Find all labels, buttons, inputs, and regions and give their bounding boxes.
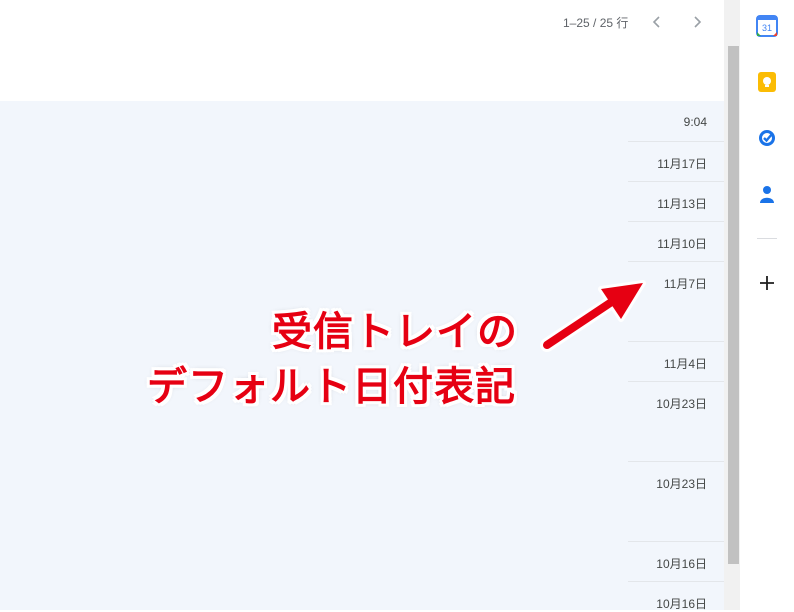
message-date: 11月13日 [657,197,707,211]
message-date: 11月10日 [657,237,707,251]
annotation-line-1: 受信トレイの [272,310,518,354]
category-tabs [0,46,724,102]
row-divider [628,461,724,462]
next-page-button[interactable] [683,8,711,36]
side-panel: 31 [740,0,794,610]
pagination-range: 1–25 / 25 行 [563,16,629,30]
row-divider [628,581,724,582]
keep-icon [758,72,776,92]
calendar-button[interactable]: 31 [753,12,781,40]
calendar-date-label: 31 [762,23,772,33]
annotation-line-2: デフォルト日付表記 [147,365,516,409]
list-toolbar: 1–25 / 25 行 [0,0,724,46]
keep-button[interactable] [753,68,781,96]
row-divider [628,261,724,262]
message-date: 10月23日 [656,397,707,411]
row-divider [628,381,724,382]
annotation-arrow-icon [540,280,646,352]
contacts-icon [760,186,774,203]
add-icon [760,276,774,290]
message-date: 10月16日 [656,557,707,571]
message-date: 11月17日 [657,157,707,171]
get-addons-button[interactable] [753,269,781,297]
row-divider [628,221,724,222]
row-divider [628,141,724,142]
message-date: 10月23日 [656,477,707,491]
previous-page-button[interactable] [643,8,671,36]
row-divider [628,181,724,182]
scrollbar-thumb[interactable] [728,46,739,564]
chevron-left-icon [652,16,660,28]
message-date: 10月16日 [656,597,707,611]
side-panel-divider [757,238,777,239]
row-divider [628,541,724,542]
calendar-icon: 31 [756,15,778,37]
contacts-button[interactable] [753,180,781,208]
message-date: 9:04 [683,115,707,129]
scrollbar[interactable] [724,0,740,610]
message-date: 11月4日 [663,357,707,371]
tasks-button[interactable] [753,124,781,152]
tasks-icon [759,130,775,146]
message-date: 11月7日 [663,277,707,291]
chevron-right-icon [694,16,702,28]
